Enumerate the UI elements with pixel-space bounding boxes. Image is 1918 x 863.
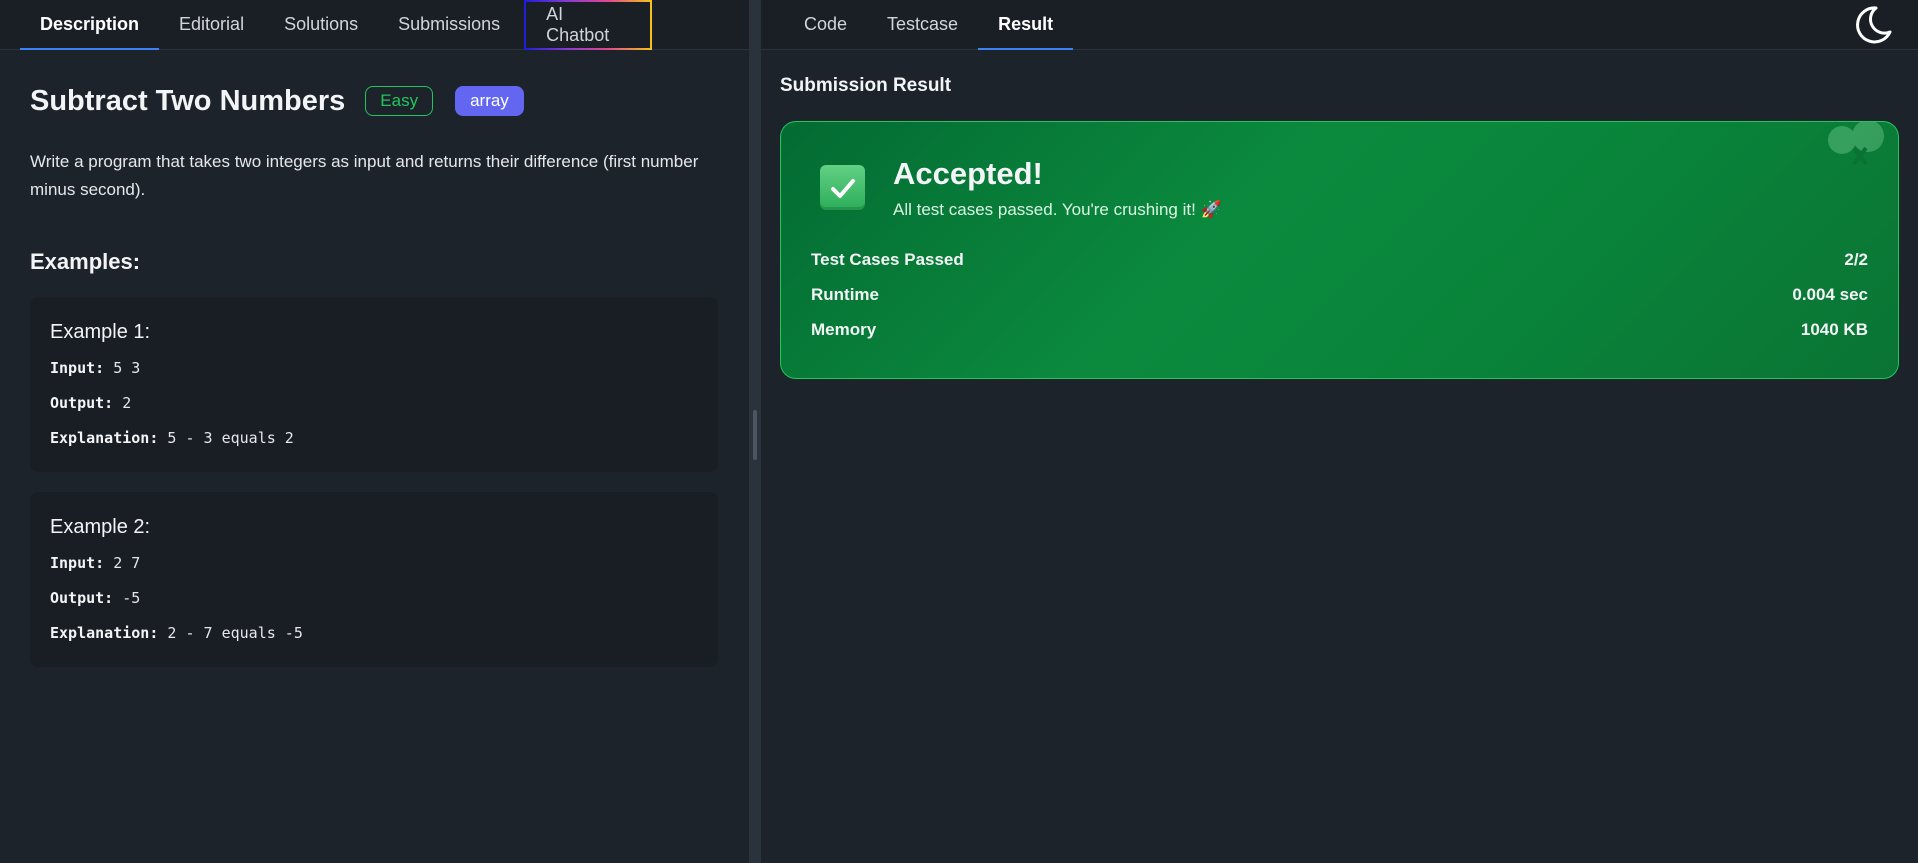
status-message: All test cases passed. You're crushing i… xyxy=(893,200,1222,219)
example-explanation: Explanation: 5 - 3 equals 2 xyxy=(50,426,698,461)
tab-code[interactable]: Code xyxy=(784,0,867,49)
example-explanation: Explanation: 2 - 7 equals -5 xyxy=(50,621,698,656)
stat-row-memory: Memory 1040 KB xyxy=(811,312,1868,347)
accepted-card: Accepted! All test cases passed. You're … xyxy=(780,121,1899,379)
stat-row-test-cases: Test Cases Passed 2/2 xyxy=(811,242,1868,277)
problem-title: Subtract Two Numbers xyxy=(30,84,346,117)
input-value: 5 3 xyxy=(113,359,141,377)
tab-solutions[interactable]: Solutions xyxy=(264,0,378,49)
decoration-icon xyxy=(1828,122,1884,166)
explanation-label: Explanation: xyxy=(50,624,159,642)
input-label: Input: xyxy=(50,359,105,377)
stat-value: 1040 KB xyxy=(1800,319,1868,339)
status-row: Accepted! All test cases passed. You're … xyxy=(811,156,1868,220)
tag-badge: array xyxy=(455,86,524,116)
stat-value: 0.004 sec xyxy=(1792,284,1868,304)
panel-resize-divider[interactable] xyxy=(749,0,761,863)
moon-icon[interactable] xyxy=(1852,4,1894,46)
problem-description: Write a program that takes two integers … xyxy=(30,152,699,199)
explanation-label: Explanation: xyxy=(50,429,159,447)
stat-label: Test Cases Passed xyxy=(811,249,964,269)
example-input: Input: 5 3 xyxy=(50,356,698,391)
example-card: Example 1: Input: 5 3 Output: 2 Explanat… xyxy=(30,297,718,472)
tab-description[interactable]: Description xyxy=(20,0,160,50)
stat-label: Memory xyxy=(811,319,877,339)
example-title: Example 2: xyxy=(50,516,151,538)
input-label: Input: xyxy=(50,554,105,572)
example-title: Example 1: xyxy=(50,321,151,343)
status-title: Accepted! xyxy=(893,156,1043,191)
result-panel: Code Testcase Result Submission Result A… xyxy=(761,0,1918,863)
input-value: 2 7 xyxy=(113,554,141,572)
check-icon xyxy=(820,165,865,210)
output-label: Output: xyxy=(50,394,114,412)
example-card: Example 2: Input: 2 7 Output: -5 Explana… xyxy=(30,492,718,667)
status-text: Accepted! All test cases passed. You're … xyxy=(893,156,1222,220)
example-output: Output: -5 xyxy=(50,586,698,621)
explanation-value: 5 - 3 equals 2 xyxy=(167,429,294,447)
output-label: Output: xyxy=(50,589,114,607)
difficulty-badge: Easy xyxy=(365,86,434,116)
explanation-value: 2 - 7 equals -5 xyxy=(167,624,303,642)
stat-row-runtime: Runtime 0.004 sec xyxy=(811,277,1868,312)
submission-result-heading: Submission Result xyxy=(780,75,952,96)
resize-handle[interactable] xyxy=(753,410,757,460)
examples-heading: Examples: xyxy=(30,249,141,274)
output-value: 2 xyxy=(122,394,132,412)
output-value: -5 xyxy=(122,589,141,607)
tab-result[interactable]: Result xyxy=(978,0,1074,50)
tab-ai-chatbot[interactable]: AI Chatbot xyxy=(524,0,652,50)
result-stats: Test Cases Passed 2/2 Runtime 0.004 sec … xyxy=(811,242,1868,347)
title-row: Subtract Two Numbers Easy array xyxy=(30,85,719,117)
example-output: Output: 2 xyxy=(50,391,698,426)
stat-label: Runtime xyxy=(811,284,879,304)
problem-panel: Description Editorial Solutions Submissi… xyxy=(0,0,749,863)
tab-testcase[interactable]: Testcase xyxy=(867,0,978,49)
example-input: Input: 2 7 xyxy=(50,551,698,586)
problem-tabs: Description Editorial Solutions Submissi… xyxy=(0,0,749,50)
editor-tabs: Code Testcase Result xyxy=(761,0,1918,50)
problem-content: Subtract Two Numbers Easy array Write a … xyxy=(0,85,749,667)
app-root: Description Editorial Solutions Submissi… xyxy=(0,0,1918,863)
stat-value: 2/2 xyxy=(1844,249,1868,269)
tab-submissions[interactable]: Submissions xyxy=(378,0,520,49)
tab-editorial[interactable]: Editorial xyxy=(159,0,264,49)
